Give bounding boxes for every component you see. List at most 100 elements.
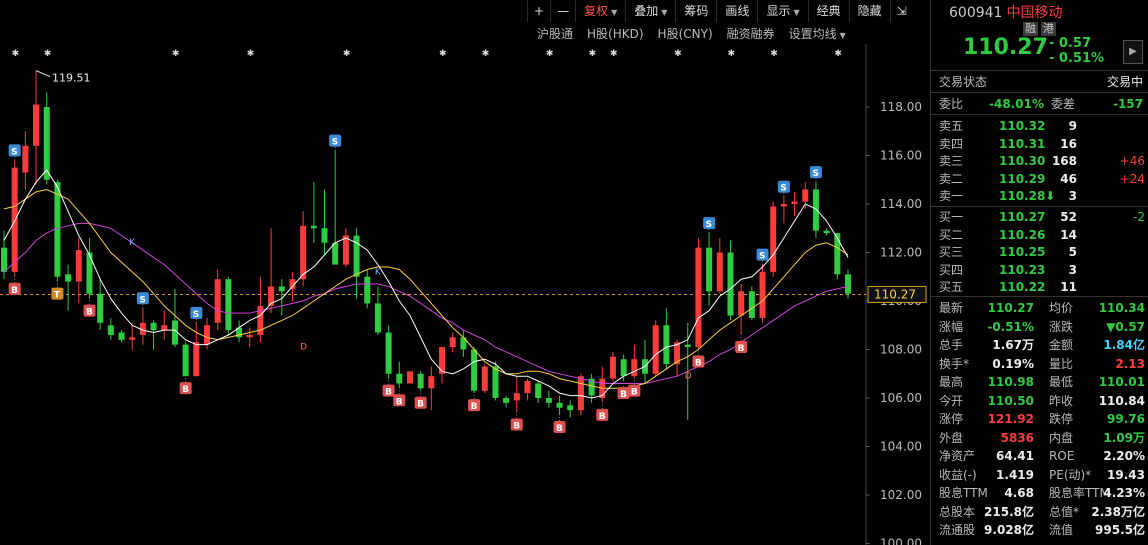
candle-body[interactable] bbox=[225, 279, 232, 331]
signal-B-label: B bbox=[513, 422, 520, 432]
candle-body[interactable] bbox=[428, 376, 435, 389]
candle-body[interactable] bbox=[396, 373, 403, 384]
candle-body[interactable] bbox=[161, 325, 168, 331]
candle-body[interactable] bbox=[33, 104, 40, 146]
candle-body[interactable] bbox=[620, 359, 627, 377]
candle-body[interactable] bbox=[577, 376, 584, 411]
signal-S-label: S bbox=[139, 295, 145, 305]
candle-body[interactable] bbox=[75, 250, 82, 282]
candle-body[interactable] bbox=[845, 274, 851, 294]
h-share-cny-link[interactable]: H股(CNY) bbox=[651, 24, 720, 44]
candle-body[interactable] bbox=[65, 274, 72, 282]
candle-body[interactable] bbox=[631, 359, 638, 377]
candle-body[interactable] bbox=[471, 349, 478, 391]
candle-body[interactable] bbox=[481, 366, 488, 391]
bid-row[interactable]: 买二 110.26 14 bbox=[931, 226, 1148, 244]
candle-body[interactable] bbox=[791, 201, 798, 204]
candle-body[interactable] bbox=[364, 276, 371, 304]
candle-body[interactable] bbox=[492, 366, 499, 398]
candle-body[interactable] bbox=[332, 242, 339, 265]
candle-body[interactable] bbox=[118, 332, 125, 340]
event-star-icon: ✱ bbox=[674, 49, 682, 59]
candle-body[interactable] bbox=[385, 332, 392, 374]
candle-body[interactable] bbox=[310, 225, 317, 229]
signal-S-label: S bbox=[780, 184, 786, 194]
candle-body[interactable] bbox=[663, 325, 670, 365]
candle-body[interactable] bbox=[727, 252, 734, 316]
classic-button[interactable]: 经典 bbox=[807, 0, 849, 22]
candle-body[interactable] bbox=[823, 230, 830, 234]
ask-row[interactable]: 卖四 110.31 16 bbox=[931, 135, 1148, 153]
ma-settings-button[interactable]: 设置均线 ▼ bbox=[782, 24, 853, 44]
candle-body[interactable] bbox=[97, 293, 104, 323]
event-star-icon: ✱ bbox=[172, 49, 180, 59]
zoom-out-button[interactable]: — bbox=[550, 0, 575, 22]
draw-line-button[interactable]: 画线 bbox=[716, 0, 757, 22]
candle-body[interactable] bbox=[748, 291, 755, 318]
candle-body[interactable] bbox=[214, 279, 221, 323]
candle-body[interactable] bbox=[812, 189, 819, 231]
bid-row[interactable]: 买五 110.22 11 bbox=[931, 278, 1148, 296]
candle-body[interactable] bbox=[556, 402, 563, 408]
kline-svg[interactable]: 118.00116.00114.00112.00110.00108.00106.… bbox=[0, 0, 928, 545]
candle-body[interactable] bbox=[770, 206, 777, 272]
hk-connect-link[interactable]: 沪股通 bbox=[530, 24, 580, 44]
candle-body[interactable] bbox=[716, 252, 723, 292]
candle-body[interactable] bbox=[246, 334, 253, 338]
margin-trading-link[interactable]: 融资融券 bbox=[720, 24, 782, 44]
candle-body[interactable] bbox=[203, 325, 210, 345]
candle-body[interactable] bbox=[321, 228, 328, 243]
bid-row[interactable]: 买四 110.23 3 bbox=[931, 261, 1148, 279]
candle-body[interactable] bbox=[449, 337, 456, 348]
ask-row[interactable]: 卖五 110.32 9 bbox=[931, 117, 1148, 135]
candle-body[interactable] bbox=[503, 398, 510, 403]
candle-body[interactable] bbox=[780, 204, 787, 207]
ask-row[interactable]: 卖三 110.30 168 +46 bbox=[931, 152, 1148, 170]
candle-body[interactable] bbox=[567, 405, 574, 411]
candle-body[interactable] bbox=[374, 303, 381, 333]
candle-body[interactable] bbox=[545, 398, 552, 403]
bid-row[interactable]: 买一 110.27 52 -2 bbox=[931, 208, 1148, 226]
kline-chart[interactable]: 118.00116.00114.00112.00110.00108.00106.… bbox=[0, 0, 928, 545]
candle-body[interactable] bbox=[342, 235, 349, 265]
candle-body[interactable] bbox=[150, 322, 157, 331]
candle-body[interactable] bbox=[652, 325, 659, 374]
expand-icon[interactable]: ⇲ bbox=[889, 0, 913, 22]
panel-expand-button[interactable]: ▶ bbox=[1123, 40, 1143, 64]
candle-body[interactable] bbox=[278, 286, 285, 292]
candle-body[interactable] bbox=[524, 381, 531, 394]
candle-body[interactable] bbox=[738, 291, 745, 316]
hide-button[interactable]: 隐藏 bbox=[848, 0, 890, 22]
candle-body[interactable] bbox=[513, 393, 520, 401]
stock-name[interactable]: 中国移动 bbox=[1006, 5, 1062, 21]
candle-body[interactable] bbox=[439, 347, 446, 374]
ask-row[interactable]: 卖二 110.29 46 +24 bbox=[931, 170, 1148, 188]
candle-body[interactable] bbox=[1, 247, 7, 272]
candle-body[interactable] bbox=[22, 145, 29, 173]
candle-body[interactable] bbox=[535, 383, 542, 398]
candle-body[interactable] bbox=[695, 247, 702, 348]
candle-body[interactable] bbox=[300, 225, 307, 280]
candle-body[interactable] bbox=[706, 247, 713, 292]
candle-body[interactable] bbox=[182, 344, 189, 377]
candle-body[interactable] bbox=[802, 189, 809, 202]
candle-body[interactable] bbox=[759, 271, 766, 318]
display-button[interactable]: 显示 ▼ bbox=[757, 0, 807, 22]
fuquan-button[interactable]: 复权 ▼ bbox=[575, 0, 625, 22]
h-share-hkd-link[interactable]: H股(HKD) bbox=[580, 24, 651, 44]
candle-body[interactable] bbox=[609, 356, 616, 379]
ask-row[interactable]: 卖一 110.28⬇ 3 bbox=[931, 187, 1148, 205]
candle-body[interactable] bbox=[406, 371, 413, 384]
bid-row[interactable]: 买三 110.25 5 bbox=[931, 243, 1148, 261]
zoom-in-button[interactable]: + bbox=[527, 0, 550, 22]
candle-body[interactable] bbox=[11, 167, 18, 272]
candle-body[interactable] bbox=[417, 373, 424, 389]
candle-body[interactable] bbox=[107, 325, 114, 335]
candle-body[interactable] bbox=[684, 344, 691, 348]
candle-body[interactable] bbox=[193, 342, 200, 377]
candle-body[interactable] bbox=[43, 107, 50, 180]
candle-body[interactable] bbox=[834, 233, 841, 275]
chips-button[interactable]: 筹码 bbox=[675, 0, 716, 22]
candle-body[interactable] bbox=[129, 337, 136, 340]
overlay-button[interactable]: 叠加 ▼ bbox=[625, 0, 675, 22]
